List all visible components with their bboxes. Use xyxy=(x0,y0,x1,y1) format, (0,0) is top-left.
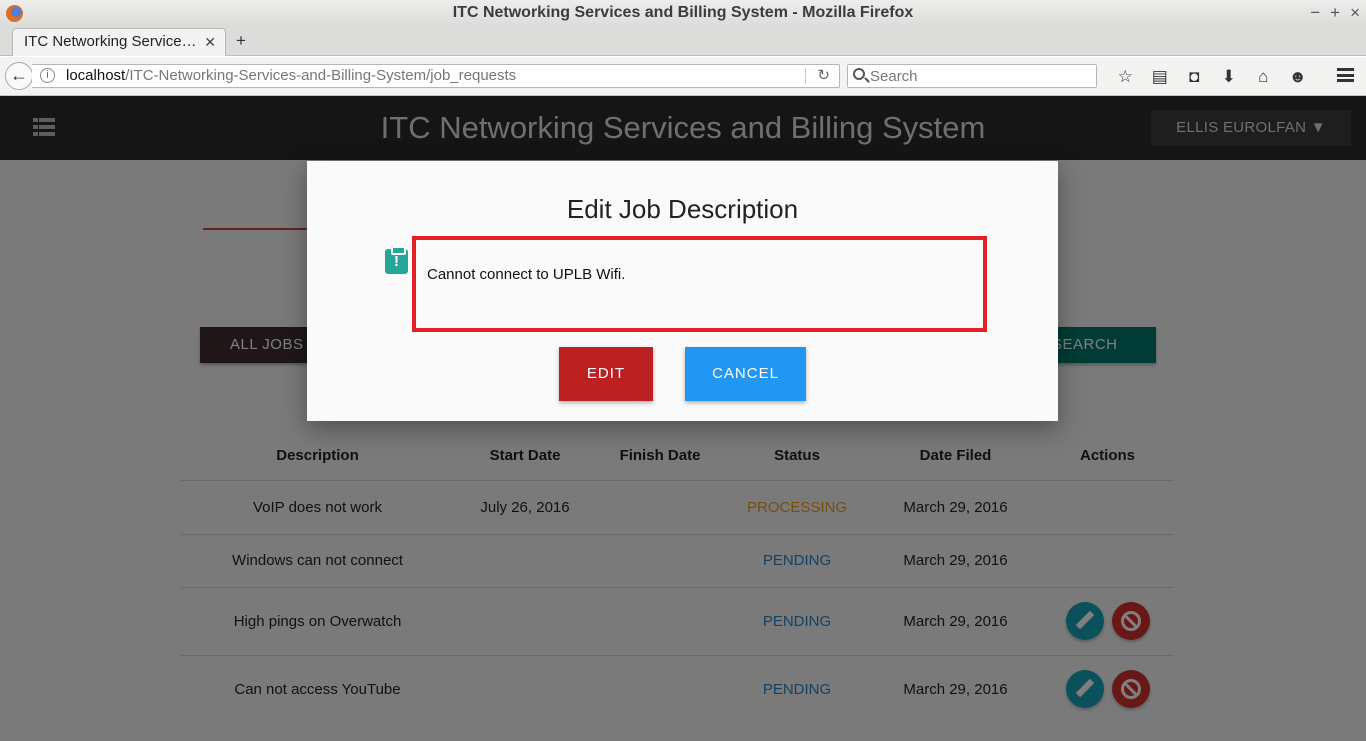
description-input[interactable] xyxy=(427,262,967,286)
back-arrow-icon[interactable]: ← xyxy=(5,62,33,90)
new-tab-icon[interactable]: + xyxy=(236,28,246,54)
search-icon xyxy=(853,68,865,80)
toolbar-icons: ☆ ▤ ◘ ⬇ ⌂ ☻ xyxy=(1108,57,1315,96)
info-icon[interactable]: i xyxy=(40,68,55,83)
minimize-icon[interactable]: − xyxy=(1310,3,1320,23)
edit-button[interactable]: EDIT xyxy=(559,347,653,401)
pocket-icon[interactable]: ◘ xyxy=(1177,67,1212,87)
search-input[interactable] xyxy=(870,66,1090,86)
bookmark-star-icon[interactable]: ☆ xyxy=(1108,67,1143,87)
tab-close-icon[interactable]: ✕ xyxy=(204,29,216,55)
download-icon[interactable]: ⬇ xyxy=(1212,67,1247,87)
url-text[interactable]: localhost/ITC-Networking-Services-and-Bi… xyxy=(66,65,516,87)
window-title: ITC Networking Services and Billing Syst… xyxy=(452,4,914,21)
edit-job-modal: Edit Job Description EDIT CANCEL xyxy=(307,161,1058,421)
description-field-highlight xyxy=(412,236,987,332)
navigation-toolbar: ← i localhost/ITC-Networking-Services-an… xyxy=(0,57,1366,96)
url-bar[interactable]: i localhost/ITC-Networking-Services-and-… xyxy=(32,64,840,88)
maximize-icon[interactable]: + xyxy=(1330,3,1340,23)
url-separator xyxy=(805,68,806,84)
chat-icon[interactable]: ☻ xyxy=(1281,67,1316,87)
reload-icon[interactable]: ↻ xyxy=(817,65,830,87)
reading-list-icon[interactable]: ▤ xyxy=(1143,67,1178,87)
hamburger-menu-icon[interactable] xyxy=(1337,68,1354,82)
modal-title: Edit Job Description xyxy=(566,194,799,224)
window-titlebar: ITC Networking Services and Billing Syst… xyxy=(0,0,1366,26)
cancel-button[interactable]: CANCEL xyxy=(685,347,806,401)
tab-bar: ITC Networking Service… ✕ + xyxy=(0,26,1366,56)
tab-title: ITC Networking Service… xyxy=(24,33,197,50)
close-icon[interactable]: × xyxy=(1350,3,1360,23)
window-controls: − + × xyxy=(1310,0,1360,26)
search-bar[interactable] xyxy=(847,64,1097,88)
firefox-logo-icon xyxy=(6,5,23,22)
home-icon[interactable]: ⌂ xyxy=(1246,67,1281,87)
browser-tab[interactable]: ITC Networking Service… ✕ xyxy=(12,28,226,56)
clipboard-alert-icon xyxy=(385,246,408,274)
